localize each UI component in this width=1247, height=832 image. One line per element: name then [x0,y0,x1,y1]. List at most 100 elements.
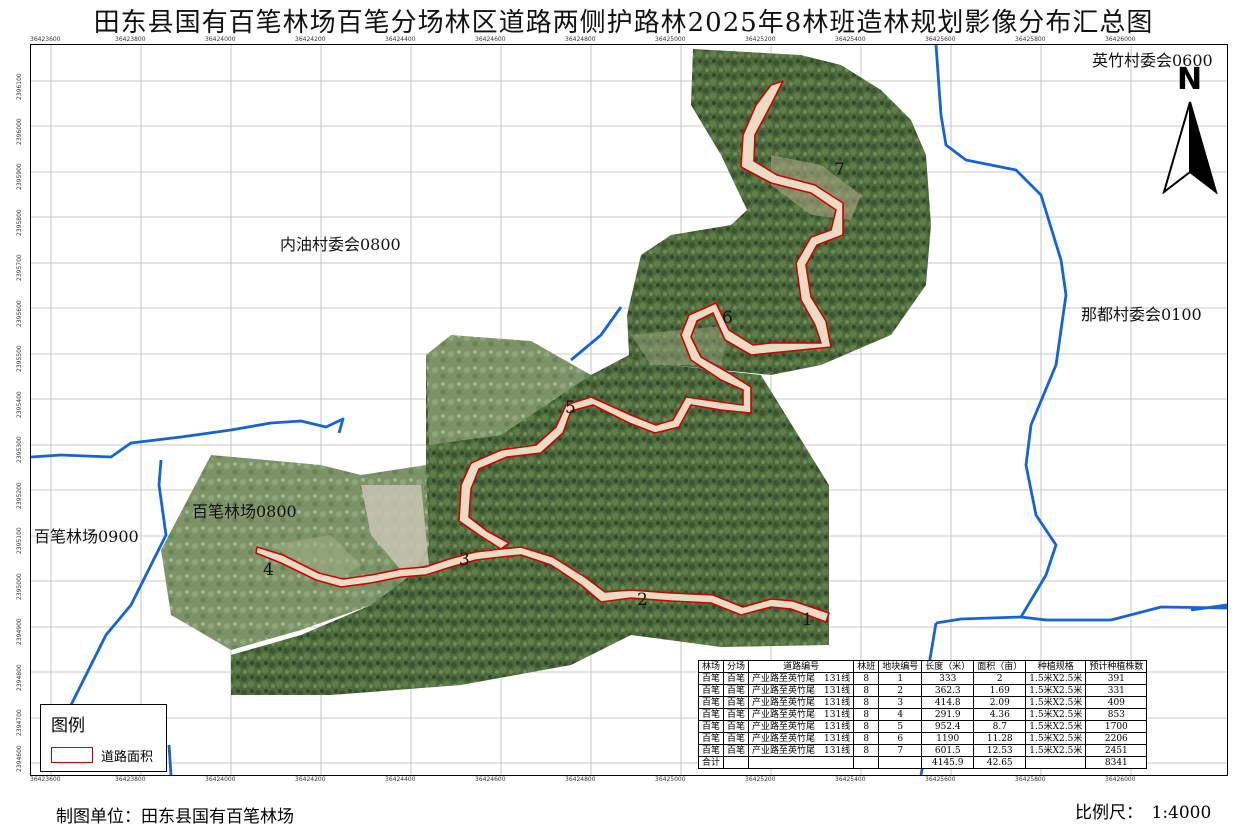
table-cell: 4 [878,708,923,721]
grid-y-label: 2395200 [16,482,23,509]
table-cell: 产业路至英竹尾 131线 [748,744,855,757]
table-cell: 1700 [1085,720,1148,733]
table-row: 百笔 百笔 产业路至英竹尾 131线 8 3 414.8 2.09 1.5米X2.5米 409 [697,696,1148,709]
table-cell: 百笔 [723,672,750,685]
grid-x-label: 36424800 [565,36,596,43]
table-cell: 1.5米X2.5米 [1025,720,1087,733]
grid-x-label: 36424000 [205,776,236,783]
grid-x-label: 36425000 [655,36,686,43]
table-cell: 1.5米X2.5米 [1025,684,1087,697]
table-cell: 362.3 [921,684,975,697]
table-cell: 8 [853,708,880,721]
grid-y-label: 2396000 [16,118,23,145]
table-cell: 百笔 [723,744,750,757]
table-row: 百笔 百笔 产业路至英竹尾 131线 8 6 1190 11.28 1.5米X2.5米 2206 [697,732,1148,745]
grid-x-label: 36425000 [655,776,686,783]
segment-label-1: 1 [802,610,813,630]
grid-x-label: 36423800 [115,776,146,783]
table-cell: 百笔 [723,696,750,709]
region-label-nadu: 那都村委会0100 [1081,305,1202,324]
legend-title: 图例 [51,716,85,736]
segment-label-2: 2 [637,590,648,610]
grid-x-label: 36424200 [295,776,326,783]
table-cell: 291.9 [921,708,975,721]
grid-x-label: 36424200 [295,36,326,43]
table-cell [1025,756,1087,769]
table-cell: 产业路至英竹尾 131线 [748,732,855,745]
table-cell: 产业路至英竹尾 131线 [748,684,855,697]
grid-x-label: 36424000 [205,36,236,43]
segment-label-4: 4 [263,560,274,580]
table-cell: 2451 [1085,744,1148,757]
grid-x-label: 36426000 [1105,36,1136,43]
table-cell [853,756,880,769]
table-cell: 产业路至英竹尾 131线 [748,672,855,685]
statistics-table: 林场 分场 道路编号 林班 地块编号 长度（米） 面积（亩） 种植规格 预计种植… [697,660,1148,769]
table-cell: 1.5米X2.5米 [1025,732,1087,745]
grid-y-label: 2395100 [16,527,23,554]
table-cell: 百笔 [697,696,725,709]
table-cell: 8 [853,684,880,697]
table-header-row: 林场 分场 道路编号 林班 地块编号 长度（米） 面积（亩） 种植规格 预计种植… [697,660,1148,673]
table-header: 地块编号 [878,660,923,673]
grid-x-label: 36423600 [30,776,61,783]
table-cell: 产业路至英竹尾 131线 [748,708,855,721]
table-cell: 8 [853,696,880,709]
table-row: 百笔 百笔 产业路至英竹尾 131线 8 5 952.4 8.7 1.5米X2.5米 1700 [697,720,1148,733]
table-cell: 产业路至英竹尾 131线 [748,696,855,709]
table-cell: 12.53 [973,744,1027,757]
region-label-baibi-0800: 百笔林场0800 [192,502,297,521]
table-cell: 8 [853,672,880,685]
table-cell: 2206 [1085,732,1148,745]
table-cell: 8 [853,744,880,757]
table-cell: 百笔 [697,720,725,733]
grid-y-label: 2396100 [16,73,23,100]
table-header: 种植规格 [1025,660,1087,673]
grid-x-label: 36425200 [745,36,776,43]
segment-label-3: 3 [459,550,470,570]
table-cell: 8.7 [973,720,1027,733]
table-header: 长度（米） [921,660,975,673]
table-cell: 1 [878,672,923,685]
map-title: 田东县国有百笔林场百笔分场林区道路两侧护路林2025年8林班造林规划影像分布汇总… [93,8,1154,38]
grid-y-label: 2395600 [16,300,23,327]
grid-y-label: 2395900 [16,163,23,190]
table-cell: 百笔 [723,708,750,721]
table-cell: 414.8 [921,696,975,709]
grid-x-label: 36426000 [1105,776,1136,783]
table-row: 百笔 百笔 产业路至英竹尾 131线 8 1 333 2 1.5米X2.5米 391 [697,672,1148,685]
table-cell: 42.65 [973,756,1027,769]
table-cell: 合计 [697,756,725,769]
table-cell: 6 [878,732,923,745]
table-cell: 8 [853,720,880,733]
legend-item-label: 道路面积 [101,750,154,765]
grid-y-label: 2394600 [16,745,23,772]
table-cell [748,756,855,769]
grid-x-label: 36425800 [1015,36,1046,43]
grid-x-label: 36424600 [475,776,506,783]
grid-x-label: 36425400 [835,36,866,43]
grid-x-label: 36425600 [925,36,956,43]
table-cell [723,756,750,769]
table-cell: 百笔 [723,684,750,697]
grid-y-label: 2395500 [16,345,23,372]
table-header: 分场 [723,660,750,673]
north-arrow-icon [1162,101,1218,194]
table-cell: 853 [1085,708,1148,721]
table-cell: 百笔 [697,744,725,757]
table-cell: 百笔 [697,684,725,697]
table-row: 百笔 百笔 产业路至英竹尾 131线 8 2 362.3 1.69 1.5米X2.5米 331 [697,684,1148,697]
table-cell: 百笔 [723,720,750,733]
table-cell: 产业路至英竹尾 131线 [748,720,855,733]
table-header: 道路编号 [748,660,855,673]
grid-x-label: 36425200 [745,776,776,783]
table-cell [878,756,923,769]
imagery-mosaic [161,49,931,695]
table-header: 预计种植株数 [1085,660,1148,673]
table-cell: 1.5米X2.5米 [1025,744,1087,757]
table-cell: 7 [878,744,923,757]
grid-y-label: 2395700 [16,254,23,281]
grid-x-label: 36425600 [925,776,956,783]
table-cell: 8 [853,732,880,745]
table-cell: 333 [921,672,975,685]
